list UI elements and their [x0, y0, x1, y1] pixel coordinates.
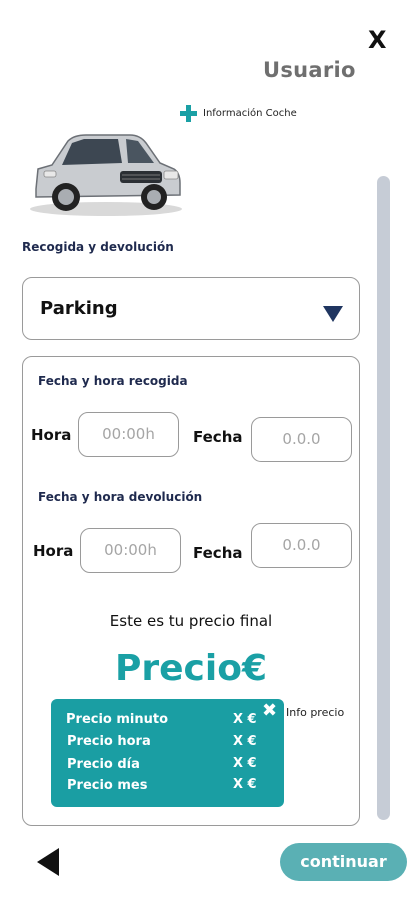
- return-datetime-label: Fecha y hora devolución: [38, 490, 203, 504]
- pickup-return-section-label: Recogida y devolución: [22, 240, 174, 254]
- car-info-label: Información Coche: [203, 108, 297, 119]
- pickup-datetime-label: Fecha y hora recogida: [38, 374, 188, 388]
- return-hour-input[interactable]: 00:00h: [80, 528, 181, 573]
- close-icon[interactable]: X: [368, 26, 387, 54]
- price-row-label: Precio hora: [67, 734, 151, 749]
- price-row-value: X €: [233, 734, 257, 749]
- location-select-value: Parking: [40, 298, 118, 319]
- price-row-value: X €: [233, 712, 257, 727]
- pickup-date-label: Fecha: [193, 428, 243, 446]
- price-row-label: Precio día: [67, 757, 140, 772]
- location-select[interactable]: Parking: [22, 277, 360, 340]
- pickup-hour-label: Hora: [31, 426, 72, 444]
- pickup-hour-input[interactable]: 00:00h: [78, 412, 179, 457]
- price-breakdown-panel: Precio minuto X € Precio hora X € Precio…: [51, 699, 284, 807]
- back-arrow-icon[interactable]: [37, 848, 59, 876]
- return-date-label: Fecha: [193, 544, 243, 562]
- final-price-caption: Este es tu precio final: [109, 612, 273, 630]
- car-image: [30, 134, 182, 216]
- price-row-label: Precio minuto: [66, 712, 169, 727]
- return-date-input[interactable]: 0.0.0: [251, 523, 352, 568]
- return-hour-label: Hora: [33, 542, 74, 560]
- price-row-label: Precio mes: [67, 778, 148, 793]
- pickup-date-input[interactable]: 0.0.0: [251, 417, 352, 462]
- scrollbar[interactable]: [377, 176, 390, 820]
- page-title: Usuario: [263, 58, 356, 82]
- price-info-link[interactable]: Info precio: [286, 706, 344, 719]
- close-icon[interactable]: ✖: [262, 700, 277, 721]
- car-info-link[interactable]: Información Coche: [180, 105, 297, 122]
- plus-icon: [180, 105, 197, 122]
- final-price-value: Precio€: [114, 648, 267, 689]
- chevron-down-icon: [323, 306, 343, 322]
- continue-button[interactable]: continuar: [280, 843, 407, 881]
- price-row-value: X €: [233, 777, 257, 792]
- price-row-value: X €: [233, 756, 257, 771]
